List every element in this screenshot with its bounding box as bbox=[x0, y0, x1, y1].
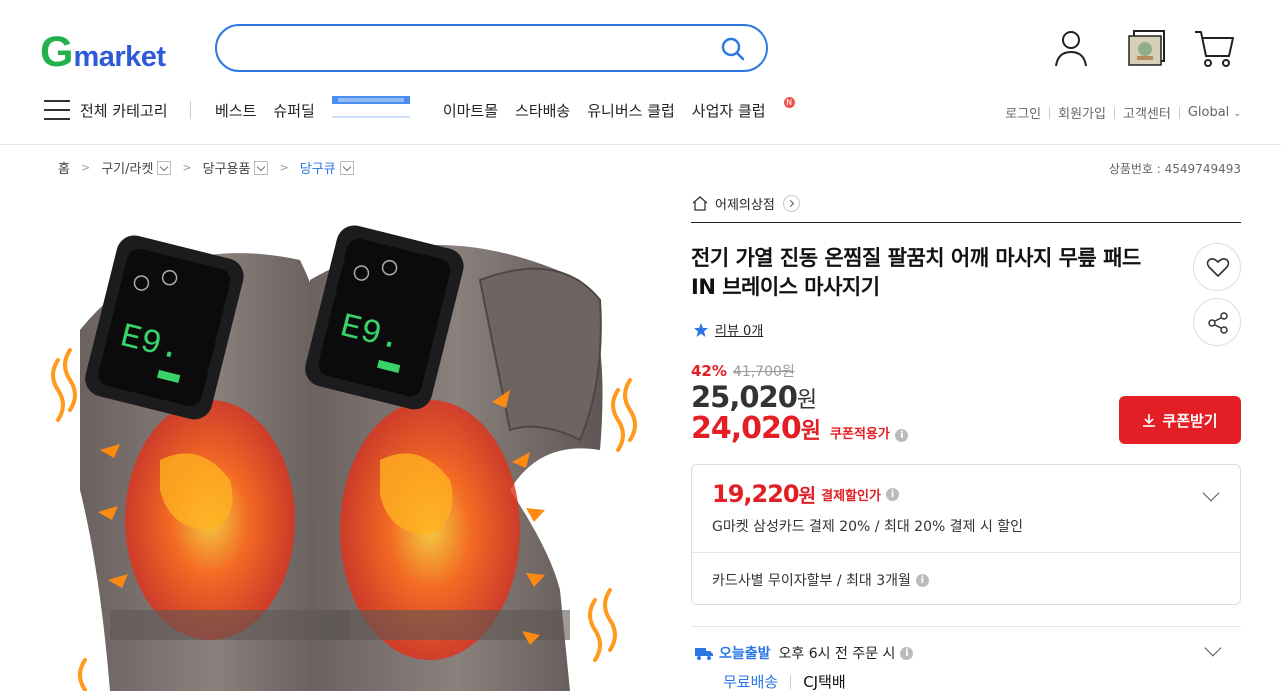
download-icon bbox=[1143, 414, 1156, 427]
payment-price-row: 19,220원 결제할인가 i bbox=[712, 480, 899, 508]
new-badge: N bbox=[783, 97, 795, 108]
chevron-right-icon: > bbox=[182, 161, 192, 174]
search-bar bbox=[215, 24, 768, 72]
divider bbox=[691, 222, 1241, 223]
delivery-truck-icon bbox=[695, 648, 713, 660]
free-shipping: 무료배송 bbox=[723, 673, 779, 691]
shop-link[interactable]: 어제의상점 bbox=[691, 194, 800, 213]
share-icon bbox=[1208, 312, 1228, 334]
shop-name: 어제의상점 bbox=[715, 198, 775, 213]
today-shipping-badge: 오늘출발 bbox=[719, 646, 771, 662]
product-title: 전기 가열 진동 온찜질 팔꿈치 어깨 마사지 무릎 패드 IN 브레이스 마사… bbox=[691, 246, 1141, 299]
divider bbox=[691, 626, 1241, 627]
payment-desc: G마켓 삼성카드 결제 20% / 최대 20% 결제 시 할인 bbox=[712, 519, 1024, 535]
product-number: 상품번호 : 4549749493 bbox=[1108, 162, 1241, 176]
logo-g: G bbox=[40, 28, 73, 76]
divider bbox=[692, 552, 1240, 553]
chevron-down-icon[interactable] bbox=[1202, 484, 1220, 502]
header: G market 전체 카테고리 베스트 슈퍼딜 이마트몰 스타배송 유니버스 bbox=[0, 0, 1281, 145]
chevron-right-icon: > bbox=[80, 161, 91, 174]
chevron-down-icon[interactable] bbox=[254, 160, 269, 175]
wishlist-button[interactable] bbox=[1193, 243, 1241, 291]
home-icon bbox=[692, 196, 708, 211]
shipping-time: 오후 6시 전 주문 시 bbox=[778, 646, 896, 662]
coupon-price-label: 쿠폰적용가 bbox=[830, 427, 890, 442]
nav-item-superdeal[interactable]: 슈퍼딜 bbox=[273, 100, 314, 121]
review-count: 리뷰 0개 bbox=[715, 324, 764, 339]
shipping-detail: 무료배송 CJ택배 bbox=[723, 671, 846, 691]
search-icon[interactable] bbox=[720, 36, 746, 62]
shipping-row: 오늘출발 오후 6시 전 주문 시 i bbox=[693, 643, 914, 663]
chevron-right-icon: > bbox=[279, 161, 289, 174]
chevron-down-icon[interactable] bbox=[339, 160, 354, 175]
share-button[interactable] bbox=[1193, 298, 1241, 346]
discount-row: 42% 41,700원 bbox=[691, 361, 795, 381]
chevron-down-icon[interactable] bbox=[157, 160, 172, 175]
star-icon bbox=[694, 322, 708, 337]
global-link[interactable]: Global ⌄ bbox=[1188, 105, 1241, 120]
breadcrumb-home[interactable]: 홈 bbox=[58, 158, 70, 177]
coupon-price: 24,020 원 쿠폰적용가 i bbox=[691, 411, 908, 446]
heart-icon bbox=[1206, 258, 1230, 277]
login-link[interactable]: 로그인 bbox=[1005, 103, 1041, 122]
nav-items: 베스트 슈퍼딜 이마트몰 스타배송 유니버스 클럽 사업자 클럽 N bbox=[215, 97, 829, 121]
nav-item-best[interactable]: 베스트 bbox=[215, 100, 256, 121]
breadcrumb-item[interactable]: 당구용품 bbox=[203, 158, 251, 177]
product-image[interactable]: E9. E9. bbox=[40, 190, 660, 691]
review-link[interactable]: 리뷰 0개 bbox=[693, 320, 763, 339]
cart-icon[interactable] bbox=[1192, 26, 1236, 70]
payment-discount-box: 19,220원 결제할인가 i G마켓 삼성카드 결제 20% / 최대 20%… bbox=[691, 464, 1241, 605]
nav-item-universe-club[interactable]: 유니버스 클럽 bbox=[587, 100, 675, 121]
search-input[interactable] bbox=[237, 26, 717, 70]
installment-info: 카드사별 무이자할부 / 최대 3개월 i bbox=[712, 570, 929, 590]
breadcrumb-item[interactable]: 구기/라켓 bbox=[101, 158, 153, 177]
info-icon[interactable]: i bbox=[894, 429, 908, 442]
breadcrumb: 홈 > 구기/라켓 > 당구용품 > 당구큐 bbox=[58, 158, 354, 177]
menu-icon[interactable] bbox=[44, 100, 70, 120]
all-categories-link[interactable]: 전체 카테고리 bbox=[80, 100, 168, 121]
promo-banner-image[interactable] bbox=[332, 94, 410, 120]
nav-item-star-delivery[interactable]: 스타배송 bbox=[515, 100, 570, 121]
chevron-right-icon bbox=[782, 195, 800, 212]
logo-text: market bbox=[73, 41, 166, 73]
utility-links: 로그인 회원가입 고객센터 Global ⌄ bbox=[1005, 103, 1241, 122]
get-coupon-button[interactable]: 쿠폰받기 bbox=[1119, 396, 1241, 444]
original-price: 41,700원 bbox=[732, 364, 795, 380]
nav-item-business-club[interactable]: 사업자 클럽 N bbox=[692, 97, 812, 121]
gmarket-logo[interactable]: G market bbox=[40, 28, 166, 76]
discount-percent: 42% bbox=[691, 362, 727, 380]
payment-price: 19,220원 bbox=[712, 480, 816, 508]
recent-view-icon[interactable] bbox=[1125, 26, 1169, 70]
nav-divider bbox=[190, 101, 191, 119]
payment-label: 결제할인가 bbox=[821, 488, 881, 504]
breadcrumb-current[interactable]: 당구큐 bbox=[300, 158, 336, 177]
sale-price: 25,020원 bbox=[691, 380, 817, 414]
customer-center-link[interactable]: 고객센터 bbox=[1123, 103, 1171, 122]
info-icon[interactable]: i bbox=[915, 573, 929, 587]
nav-item-emart[interactable]: 이마트몰 bbox=[443, 100, 498, 121]
main-nav: 전체 카테고리 베스트 슈퍼딜 이마트몰 스타배송 유니버스 클럽 사업자 클럽… bbox=[0, 90, 1281, 130]
info-icon[interactable]: i bbox=[885, 487, 899, 501]
carrier: CJ택배 bbox=[803, 673, 846, 691]
user-icon[interactable] bbox=[1049, 26, 1093, 70]
info-icon[interactable]: i bbox=[900, 646, 914, 660]
chevron-down-icon[interactable] bbox=[1204, 639, 1222, 657]
signup-link[interactable]: 회원가입 bbox=[1058, 103, 1106, 122]
